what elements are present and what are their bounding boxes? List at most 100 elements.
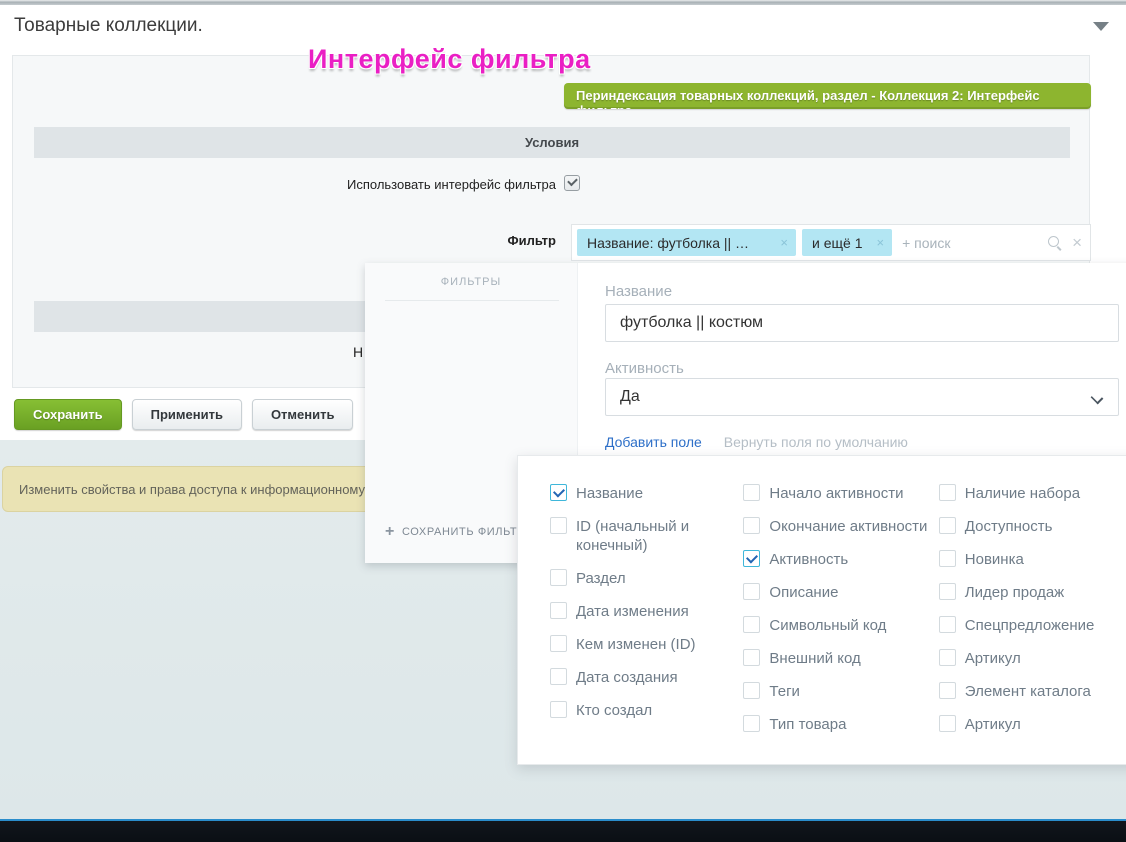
field-item[interactable]: Кем изменен (ID)	[550, 635, 743, 654]
sidebar-divider	[385, 300, 559, 301]
filter-search-box[interactable]: Название: футболка || … × и ещё 1 × + по…	[571, 224, 1091, 261]
field-item[interactable]: Символьный код	[743, 616, 938, 635]
sidebar-title: ФИЛЬТРЫ	[365, 276, 577, 288]
use-filter-checkbox[interactable]	[564, 175, 580, 191]
field-column-2: Начало активности Окончание активности А…	[743, 484, 938, 764]
name-field-input[interactable]	[605, 304, 1119, 342]
checkbox[interactable]	[939, 583, 956, 600]
field-item[interactable]: ID (начальный и конечный)	[550, 517, 743, 555]
checkbox[interactable]	[743, 550, 760, 567]
checkbox[interactable]	[939, 649, 956, 666]
checkbox[interactable]	[550, 484, 567, 501]
checkbox[interactable]	[743, 616, 760, 633]
field-item[interactable]: Раздел	[550, 569, 743, 588]
conditions-section-header: Условия	[34, 127, 1070, 158]
field-label: Новинка	[965, 550, 1024, 569]
activity-select-value: Да	[620, 388, 640, 406]
checkbox[interactable]	[743, 583, 760, 600]
field-label: Окончание активности	[769, 517, 927, 536]
checkbox[interactable]	[939, 616, 956, 633]
field-label: Тип товара	[769, 715, 846, 734]
save-button[interactable]: Сохранить	[14, 399, 122, 430]
filter-panel-links: Добавить поле Вернуть поля по умолчанию	[605, 434, 908, 450]
checkbox[interactable]	[550, 668, 567, 685]
field-label: Артикул	[965, 715, 1021, 734]
checkbox[interactable]	[939, 682, 956, 699]
tag-close-icon[interactable]: ×	[876, 235, 884, 250]
checkbox[interactable]	[939, 517, 956, 534]
field-item[interactable]: Дата создания	[550, 668, 743, 687]
checkbox[interactable]	[550, 602, 567, 619]
checkbox[interactable]	[743, 649, 760, 666]
chevron-down-icon	[1092, 392, 1102, 402]
field-label: Лидер продаж	[965, 583, 1064, 602]
field-chooser-popup: Название ID (начальный и конечный) Разде…	[517, 455, 1126, 765]
checkbox[interactable]	[939, 715, 956, 732]
filter-row-label: Фильтр	[507, 233, 556, 248]
field-item[interactable]: Активность	[743, 550, 938, 569]
checkbox[interactable]	[550, 569, 567, 586]
field-item[interactable]: Тип товара	[743, 715, 938, 734]
field-item[interactable]: Описание	[743, 583, 938, 602]
restore-fields-link[interactable]: Вернуть поля по умолчанию	[724, 434, 908, 450]
field-item[interactable]: Артикул	[939, 715, 1126, 734]
plus-icon: +	[385, 523, 395, 541]
field-item[interactable]: Артикул	[939, 649, 1126, 668]
checkbox[interactable]	[939, 550, 956, 567]
field-item[interactable]: Дата изменения	[550, 602, 743, 621]
field-label: Кем изменен (ID)	[576, 635, 696, 654]
reindex-notification-banner: Периндексация товарных коллекций, раздел…	[564, 83, 1091, 109]
apply-button[interactable]: Применить	[132, 399, 242, 430]
checkbox[interactable]	[939, 484, 956, 501]
field-item[interactable]: Кто создал	[550, 701, 743, 720]
page-title: Товарные коллекции.	[14, 15, 203, 37]
form-actions: Сохранить Применить Отменить	[14, 399, 353, 430]
filter-search-placeholder[interactable]: + поиск	[902, 235, 1048, 251]
obscured-label-fragment: Н	[353, 344, 363, 360]
field-label: Название	[576, 484, 643, 503]
filter-tag-label: и ещё 1	[812, 235, 862, 251]
field-item[interactable]: Спецпредложение	[939, 616, 1126, 635]
field-item[interactable]: Теги	[743, 682, 938, 701]
field-label: Элемент каталога	[965, 682, 1091, 701]
field-label: Дата изменения	[576, 602, 689, 621]
field-label: Кто создал	[576, 701, 652, 720]
add-field-link[interactable]: Добавить поле	[605, 434, 702, 450]
cancel-button[interactable]: Отменить	[252, 399, 354, 430]
field-label: Символьный код	[769, 616, 886, 635]
save-filter-label: СОХРАНИТЬ ФИЛЬТР	[402, 526, 525, 538]
field-column-3: Наличие набора Доступность Новинка Лидер…	[939, 484, 1126, 764]
checkbox[interactable]	[743, 484, 760, 501]
filter-tag-more[interactable]: и ещё 1 ×	[802, 229, 892, 256]
notice-text: Изменить свойства и права доступа к инфо…	[19, 482, 365, 497]
field-item[interactable]: Начало активности	[743, 484, 938, 503]
field-item[interactable]: Новинка	[939, 550, 1126, 569]
top-toolbar-edge	[0, 0, 1126, 5]
overlay-caption: Интерфейс фильтра	[308, 44, 591, 75]
field-item[interactable]: Внешний код	[743, 649, 938, 668]
checkbox[interactable]	[743, 715, 760, 732]
tag-close-icon[interactable]: ×	[780, 235, 788, 250]
search-icon[interactable]	[1048, 236, 1062, 250]
field-item[interactable]: Название	[550, 484, 743, 503]
field-item[interactable]: Доступность	[939, 517, 1126, 536]
filter-tag-name[interactable]: Название: футболка || … ×	[577, 229, 796, 256]
field-item[interactable]: Наличие набора	[939, 484, 1126, 503]
field-label: Дата создания	[576, 668, 678, 687]
checkbox[interactable]	[550, 517, 567, 534]
field-item[interactable]: Элемент каталога	[939, 682, 1126, 701]
field-label: ID (начальный и конечный)	[576, 517, 712, 555]
footer	[0, 821, 1126, 842]
checkbox[interactable]	[743, 682, 760, 699]
field-item[interactable]: Лидер продаж	[939, 583, 1126, 602]
checkbox[interactable]	[550, 701, 567, 718]
field-label: Раздел	[576, 569, 626, 588]
field-item[interactable]: Окончание активности	[743, 517, 938, 536]
collapse-form-icon[interactable]	[1093, 22, 1109, 31]
activity-field-label: Активность	[605, 360, 684, 377]
checkbox[interactable]	[550, 635, 567, 652]
clear-filter-icon[interactable]: ×	[1072, 236, 1082, 250]
save-filter-button[interactable]: + СОХРАНИТЬ ФИЛЬТР	[385, 523, 525, 541]
activity-select[interactable]: Да	[605, 378, 1119, 416]
checkbox[interactable]	[743, 517, 760, 534]
